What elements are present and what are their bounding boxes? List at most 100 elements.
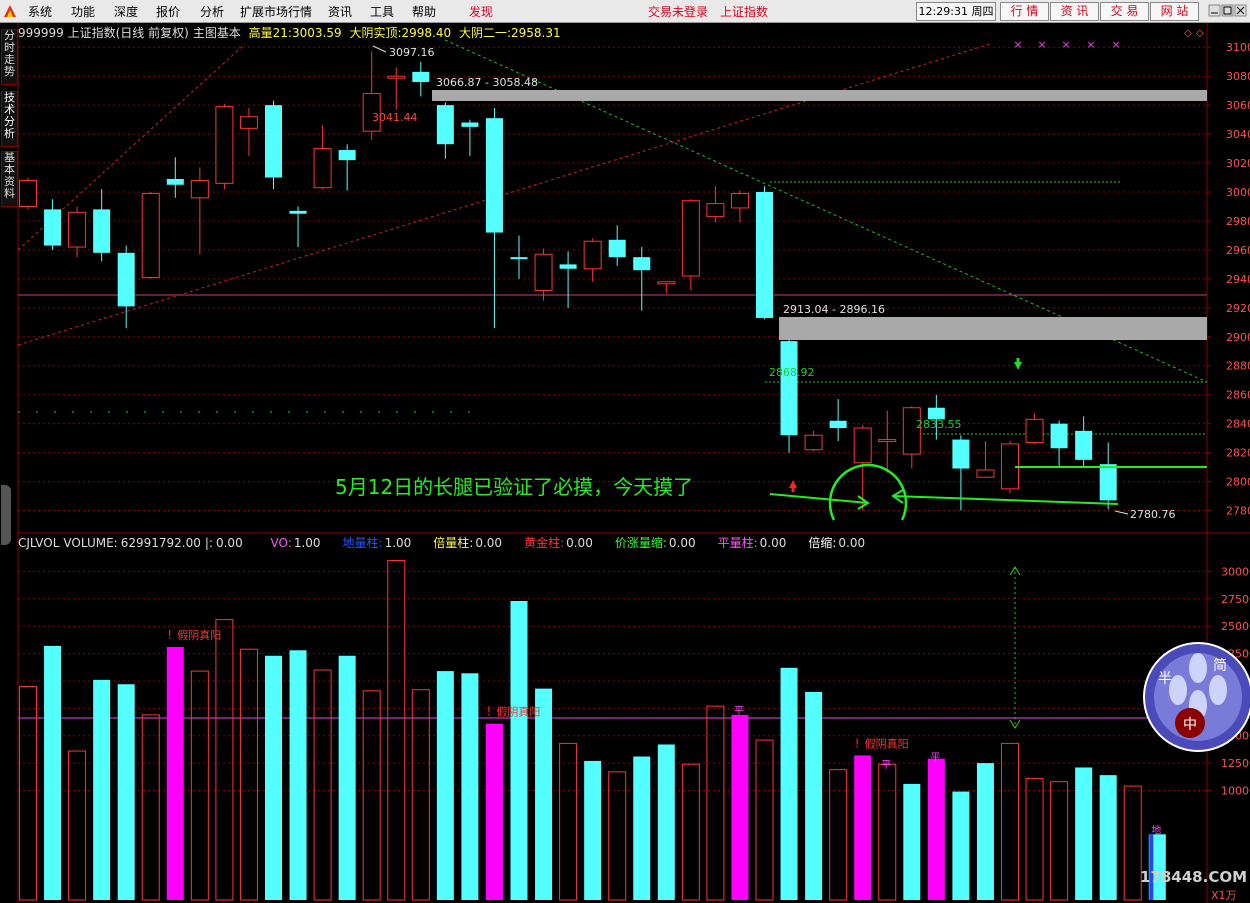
candle-body-down — [485, 118, 503, 233]
price-tick-label: 3100 — [1226, 41, 1250, 54]
price-tick-label: 3040 — [1226, 128, 1250, 141]
price-tick-label: 2900 — [1226, 331, 1250, 344]
candle-body-down — [412, 71, 430, 82]
sep-value: 0.00 — [215, 536, 243, 550]
candle — [608, 225, 626, 266]
volume-unit-label: X1万 — [1211, 889, 1237, 902]
volume-bar — [485, 723, 503, 900]
fake-yin-label: 假阴真阳 — [496, 705, 540, 719]
template-name[interactable]: 主图基本 — [193, 26, 241, 40]
candle-body-up — [534, 253, 553, 291]
volume-indicator-value: 0.00 — [838, 536, 866, 550]
level-3041-label: 3041.44 — [372, 111, 418, 124]
volume-bar — [780, 667, 798, 900]
price-tick-label: 3060 — [1226, 99, 1250, 112]
level-2868-label: 2868.92 — [769, 366, 815, 379]
corner-diamond-icon: ◇ — [1196, 28, 1204, 39]
candle-body-down — [1099, 464, 1117, 501]
volume-tick-label: 25000 — [1221, 620, 1250, 633]
candle-body-up — [804, 434, 823, 451]
signal-x-mark: × — [1111, 38, 1120, 51]
gap-box-top — [432, 90, 1207, 101]
volume-bar — [1025, 777, 1044, 901]
warning-icon: ! — [167, 628, 172, 642]
candle-body-up — [730, 192, 749, 209]
warning-icon: ! — [486, 705, 491, 719]
volume-bar — [190, 670, 209, 901]
price-tick-label: 2980 — [1226, 215, 1250, 228]
ground-volume-label: 地 — [1151, 823, 1161, 836]
volume-bar — [411, 689, 430, 901]
watermark: 178448.COM — [1140, 868, 1248, 886]
volume-indicator-label: 倍量柱: — [433, 536, 474, 550]
candle — [756, 186, 773, 320]
volume-indicator-name[interactable]: CJLVOL — [18, 536, 59, 550]
volume-indicator-value: 1.00 — [293, 536, 321, 550]
price-tick-label: 2960 — [1226, 244, 1250, 257]
volume-indicator-list: VO: 1.00 地量柱: 1.00 倍量柱: 0.00 黄金柱: 0.00 价涨量缩: 0.00… — [271, 536, 888, 550]
candle — [534, 248, 553, 301]
candle — [780, 339, 798, 453]
volume-bar — [313, 669, 332, 901]
candle — [44, 199, 62, 250]
volume-bar — [657, 744, 675, 900]
brand-logo-petal — [1189, 653, 1207, 683]
candle — [412, 61, 430, 97]
warning-icon: ! — [855, 736, 860, 750]
yin-label: 大阴实顶: — [349, 26, 402, 40]
candle-body-up — [657, 281, 676, 285]
yin2-value: 2958.31 — [510, 26, 561, 40]
volume-indicator-label: 黄金柱: — [524, 536, 565, 550]
price-tick-label: 2920 — [1226, 302, 1250, 315]
volume-indicator-label: 价涨量缩: — [614, 536, 667, 550]
gap-box-bottom — [779, 317, 1207, 340]
candle — [387, 67, 406, 110]
volume-tick-label: 12500 — [1221, 757, 1250, 770]
candle-body-up — [215, 106, 234, 184]
volume-tick-label: 10000 — [1221, 784, 1250, 797]
candle-body-up — [853, 427, 872, 464]
candle-body-down — [1050, 423, 1068, 449]
volume-bar — [535, 688, 553, 900]
candle-body-down — [829, 420, 847, 428]
candle-body-up — [141, 192, 160, 278]
candle-body-up — [878, 439, 897, 443]
candle — [583, 238, 602, 282]
volume-bar — [1001, 742, 1019, 901]
volume-bar — [805, 691, 823, 900]
price-tick-label: 2940 — [1226, 273, 1250, 286]
volume-bar — [755, 739, 774, 901]
candle-body-down — [756, 192, 773, 318]
brand-logo — [1143, 642, 1250, 752]
signal-x-mark: × — [1037, 38, 1046, 51]
candle — [436, 102, 454, 159]
volume-bar — [1099, 775, 1117, 900]
up-arrow-icon — [789, 480, 797, 488]
signal-x-mark: × — [1086, 38, 1095, 51]
candle — [878, 410, 897, 473]
candle-body-up — [239, 116, 258, 129]
volume-label: VOLUME: — [63, 536, 118, 550]
candle-body-up — [1025, 418, 1044, 443]
volume-indicator-label: 地量柱: — [342, 536, 383, 550]
trendline-rising — [17, 43, 991, 346]
candle — [93, 189, 111, 262]
candle — [215, 103, 234, 190]
candle — [19, 177, 37, 210]
sep-label: |: — [204, 536, 213, 550]
high-value: 3003.59 — [291, 26, 342, 40]
high-label: 高量21: — [248, 26, 292, 40]
gap-top-label: 3066.87 - 3058.48 — [436, 76, 538, 89]
candle-body-down — [559, 264, 577, 269]
price-tick-label: 3080 — [1226, 70, 1250, 83]
volume-title-bar: CJLVOL VOLUME: 62991792.00 |: 0.00 VO: 1.00 地量… — [18, 534, 887, 550]
code-title: 999999 上证指数(日线 前复权) — [18, 26, 189, 40]
chart-canvas[interactable]: 2780 2800 2820 2840 2860 2880 2900 2920 2940 2960… — [0, 0, 1250, 903]
candle-body-down — [1075, 430, 1093, 460]
volume-bar — [1075, 767, 1093, 900]
price-tick-label: 2820 — [1226, 447, 1250, 460]
volume-bar — [289, 650, 307, 900]
candle-body-down — [510, 257, 528, 260]
volume-indicator-value: 1.00 — [384, 536, 412, 550]
volume-bar — [510, 601, 528, 900]
